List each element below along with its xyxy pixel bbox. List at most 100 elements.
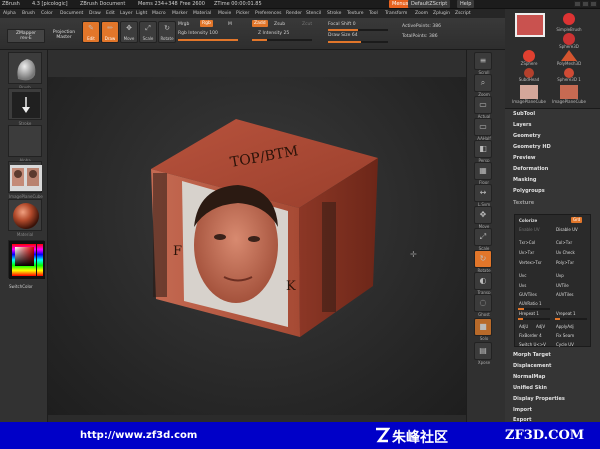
shelf-move-button[interactable]: ✥ Move [474,206,492,229]
menu-color[interactable]: Color [41,11,53,16]
persp-button[interactable]: ◧ Persp [474,140,492,163]
unified-skin-menu[interactable]: Unified Skin [513,385,547,391]
menu-macro[interactable]: Macro [152,11,166,16]
edit-button[interactable]: ✎ Edit [82,21,100,43]
grd-button[interactable]: Grd [571,217,583,223]
colorize-button[interactable]: Colorize [518,218,537,224]
enable-uv-button[interactable]: Enable UV [518,227,540,233]
uvp-button[interactable]: Uvp [555,273,564,279]
polygroups-menu[interactable]: Polygroups [513,188,545,194]
focal-shift-slider[interactable] [328,29,388,31]
hrepeat-slider[interactable]: Hrepeat 1 [518,311,539,317]
zmapper-button[interactable]: ZMapper rev-E [7,29,45,43]
mrgb-toggle[interactable]: Mrgb [178,22,189,27]
solo-button[interactable]: ■ Solo [474,318,492,341]
hrepeat-slider-bar[interactable] [518,318,550,320]
brush-thumb[interactable]: Brush [8,52,42,90]
rgb-intensity-slider-label[interactable]: Rgb Intensity 100 [178,31,218,36]
adjv-slider[interactable]: AdjV [535,324,545,330]
aahalf-button[interactable]: ▭ AAHalf [474,118,492,141]
menu-edit[interactable]: Edit [106,11,115,16]
auvtiles-button[interactable]: AUVTiles [555,292,574,298]
menu-stencil[interactable]: Stencil [306,11,321,16]
rgb-toggle[interactable]: Rgb [200,20,213,27]
masking-menu[interactable]: Masking [513,177,537,183]
help-button[interactable]: Help [457,0,475,8]
close-icon[interactable] [590,1,597,7]
canvas-viewport[interactable]: TOP/BTM F K ✛ [48,77,466,415]
move-button[interactable]: ✥ Move [120,21,138,43]
uv-check-button[interactable]: Uv Check [555,250,575,256]
menu-material[interactable]: Material [193,11,211,16]
minimize-icon[interactable] [574,1,581,7]
imageplanecube-thumb-b[interactable] [560,85,578,99]
switch-color-button[interactable]: SwitchColor [9,284,33,289]
menu-marker[interactable]: Marker [172,11,188,16]
current-tool-thumb[interactable] [515,13,545,37]
uvs-button[interactable]: Uvs [518,283,526,289]
shelf-rotate-button[interactable]: ↻ Rotate [474,250,492,273]
alpha-thumb[interactable]: Alpha [8,125,42,163]
normalmap-menu[interactable]: NormalMap [513,374,545,380]
xpose-button[interactable]: ▤ Xpose [474,342,492,365]
cube-model[interactable]: TOP/BTM F K ✛ [48,77,466,415]
lsym-button[interactable]: ↔ L.Sym [474,184,492,207]
displacement-menu[interactable]: Displacement [513,363,551,369]
actual-button[interactable]: ▭ Actual [474,96,492,119]
menu-preferences[interactable]: Preferences [255,11,281,16]
vrepeat-slider[interactable]: Vrepeat 1 [555,311,576,317]
switch-uv-button[interactable]: Switch U<>V [518,342,546,348]
display-properties-menu[interactable]: Display Properties [513,396,565,402]
geometry-hd-menu[interactable]: Geometry HD [513,144,551,150]
projection-master-button[interactable]: Projection Master [48,29,80,43]
txr-col-button[interactable]: Txr>Col [518,240,535,246]
menu-stroke[interactable]: Stroke [327,11,341,16]
menu-alpha[interactable]: Alpha [3,11,16,16]
z-intensity-slider-label[interactable]: Z Intensity 25 [258,31,289,36]
menu-document[interactable]: Document [60,11,83,16]
menu-movie[interactable]: Movie [218,11,231,16]
stroke-thumb[interactable]: Stroke [8,88,42,126]
import-menu[interactable]: Import [513,407,532,413]
menu-zoom[interactable]: Zoom [415,11,428,16]
simplebrush-icon[interactable] [559,11,579,27]
auvratio-slider[interactable]: AUVRatio 1 [518,301,542,307]
vrepeat-slider-bar[interactable] [555,318,587,320]
scroll-button[interactable]: ≡ Scroll [474,52,492,75]
vertex-txr-button[interactable]: Vertex>Txr [518,260,542,266]
scale-button[interactable]: ⤢ Scale [139,21,157,43]
rgb-intensity-slider[interactable] [178,39,238,41]
shelf-scale-button[interactable]: ⤢ Scale [474,228,492,251]
focal-shift-label[interactable]: Focal Shift 0 [328,22,356,27]
adju-slider[interactable]: AdjU [518,324,528,330]
uvc-button[interactable]: Uvc [518,273,527,279]
draw-size-slider[interactable] [328,41,388,43]
m-toggle[interactable]: M [228,22,232,27]
menu-transform[interactable]: Transform [385,11,407,16]
menu-texture[interactable]: Texture [347,11,363,16]
menu-light[interactable]: Light [136,11,147,16]
uvtile-button[interactable]: UVTile [555,283,569,289]
guvtiles-button[interactable]: GUVTiles [518,292,537,298]
layers-menu[interactable]: Layers [513,122,532,128]
floor-button[interactable]: ▦ Floor [474,162,492,185]
zcut-toggle[interactable]: Zcut [302,22,312,27]
auvratio-slider-bar[interactable] [518,308,550,310]
color-picker[interactable] [8,240,45,279]
menu-zscript[interactable]: Zscript [455,11,471,16]
menu-zplugin[interactable]: Zplugin [433,11,450,16]
menu-brush[interactable]: Brush [22,11,35,16]
z-intensity-slider[interactable] [252,39,312,41]
draw-button[interactable]: ✏ Draw [101,21,119,43]
disable-uv-button[interactable]: Disable UV [555,227,578,233]
texture-thumb[interactable]: ImagePlaneCube [8,161,43,199]
fixborder-slider[interactable]: FixBorder 4 [518,333,542,339]
zadd-toggle[interactable]: Zadd [252,20,268,27]
material-thumb[interactable]: Material [8,199,42,237]
draw-size-label[interactable]: Draw Size 64 [328,33,358,38]
deformation-menu[interactable]: Deformation [513,166,548,172]
apply-adj-button[interactable]: ApplyAdj [555,324,574,330]
ghost-button[interactable]: ◌ Ghost [474,294,492,317]
preview-menu[interactable]: Preview [513,155,536,161]
cycle-uv-button[interactable]: Cycle UV [555,342,574,348]
